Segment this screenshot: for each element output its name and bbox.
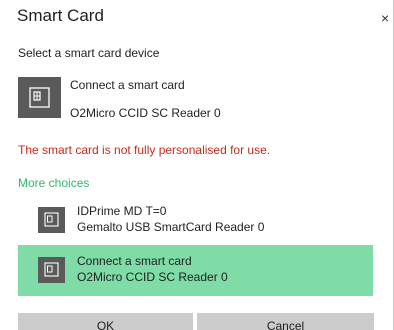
- dialog-title: Smart Card: [17, 6, 104, 25]
- cancel-button[interactable]: Cancel: [197, 313, 374, 330]
- choice-card-name: Connect a smart card: [77, 254, 192, 268]
- choice-card-name: IDPrime MD T=0: [77, 204, 167, 218]
- ok-button[interactable]: OK: [18, 313, 193, 330]
- dialog-subtitle: Select a smart card device: [18, 46, 160, 60]
- smart-card-icon: [38, 207, 65, 233]
- choice-item-selected[interactable]: Connect a smart card O2Micro CCID SC Rea…: [18, 245, 373, 296]
- choice-reader-name: O2Micro CCID SC Reader 0: [77, 270, 228, 284]
- smart-card-icon: [38, 257, 65, 283]
- choice-item[interactable]: IDPrime MD T=0 Gemalto USB SmartCard Rea…: [18, 195, 373, 246]
- smart-card-dialog: Smart Card × Select a smart card device …: [0, 0, 394, 330]
- choice-reader-name: Gemalto USB SmartCard Reader 0: [77, 220, 265, 234]
- error-message: The smart card is not fully personalised…: [18, 143, 271, 157]
- primary-card-title: Connect a smart card: [70, 78, 185, 92]
- smart-card-icon: [18, 77, 61, 118]
- close-button[interactable]: ×: [381, 5, 393, 31]
- primary-card-reader: O2Micro CCID SC Reader 0: [70, 106, 221, 120]
- more-choices-link[interactable]: More choices: [18, 176, 89, 190]
